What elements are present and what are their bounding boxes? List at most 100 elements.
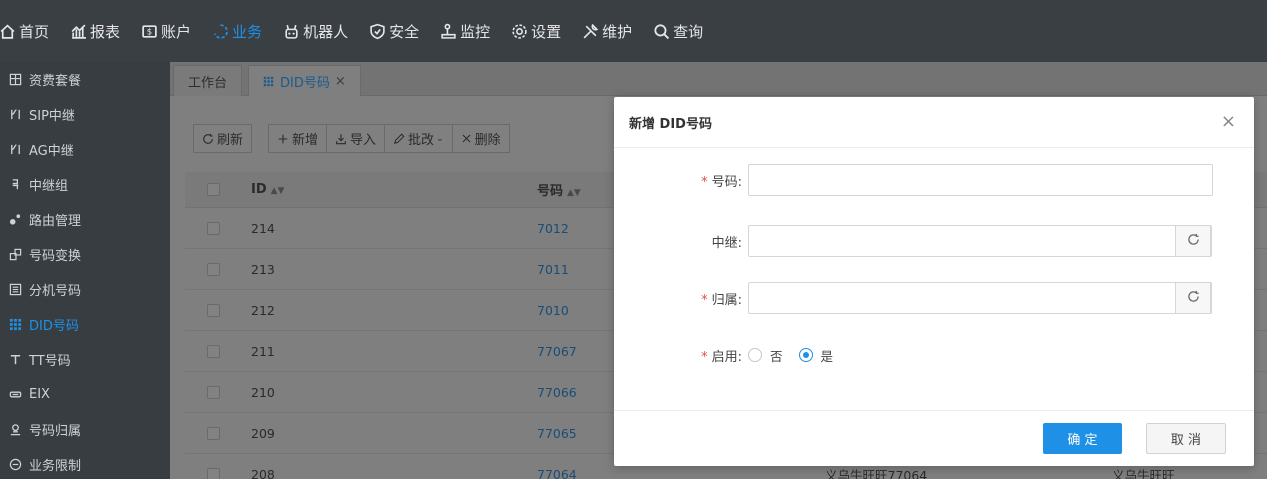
import-button[interactable]: 导入 (326, 124, 386, 153)
tab-workbench-label: 工作台 (188, 75, 228, 91)
cell-number[interactable]: 77066 (537, 385, 577, 400)
search-icon (652, 22, 670, 40)
nav-security[interactable]: 安全 (368, 0, 429, 62)
cancel-button[interactable]: 取 消 (1146, 423, 1226, 454)
field-label: * 启用: (701, 349, 742, 365)
radio-no[interactable] (748, 348, 762, 362)
column-header-id[interactable]: ID ▲▼ (251, 182, 284, 197)
nav-home-label: 首页 (19, 22, 50, 41)
column-header-number[interactable]: 号码 ▲▼ (537, 180, 581, 199)
sidebar-item-sip-trunk[interactable]: SIP中继 (0, 97, 170, 132)
sidebar-item-route[interactable]: 路由管理 (0, 202, 170, 237)
sidebar-item-label: AG中继 (29, 144, 74, 159)
row-checkbox[interactable] (207, 303, 220, 317)
radio-yes[interactable] (798, 348, 813, 362)
nav-monitor[interactable]: 监控 (439, 0, 500, 62)
sidebar-item-number-attribution[interactable]: 号码归属 (0, 412, 170, 447)
nav-business[interactable]: 业务 (211, 0, 272, 62)
cell-attribution: 义乌牛旺旺 (1112, 467, 1175, 479)
field-label: * 号码: (701, 174, 742, 190)
cell-id: 214 (251, 220, 275, 236)
chart-icon (69, 22, 87, 40)
add-label: 新增 (292, 133, 319, 148)
row-checkbox[interactable] (207, 262, 220, 276)
sidebar-item-tt[interactable]: TT号码 (0, 342, 170, 377)
row-checkbox[interactable] (207, 221, 220, 235)
radio-no-label[interactable]: 否 (770, 346, 783, 365)
cell-number[interactable]: 77067 (537, 344, 577, 359)
sidebar-item-extension[interactable]: 分机号码 (0, 272, 170, 307)
sidebar-item-did[interactable]: DID号码 (0, 307, 170, 342)
sidebar-item-eix[interactable]: EIX (0, 377, 170, 412)
field-enabled: * 启用: 否 是 (614, 339, 1254, 371)
sidebar-item-number-transform[interactable]: 号码变换 (0, 237, 170, 272)
nav-settings-label: 设置 (531, 22, 562, 41)
sidebar-item-ag-trunk[interactable]: AG中继 (0, 132, 170, 167)
delete-button[interactable]: 删除 (451, 124, 510, 153)
sidebar-item-label: 资费套餐 (29, 74, 82, 89)
sort-icon[interactable]: ▲▼ (567, 188, 581, 198)
nav-robot-label: 机器人 (303, 22, 349, 41)
cell-id: 208 (251, 466, 275, 479)
attribution-input[interactable] (748, 282, 1212, 314)
confirm-button[interactable]: 确 定 (1043, 423, 1122, 454)
refresh-button[interactable]: 刷新 (193, 124, 253, 153)
refresh-icon (202, 133, 214, 145)
field-label: * 归属: (701, 292, 742, 308)
group-icon (8, 178, 22, 192)
sidebar-item-label: 中继组 (29, 179, 69, 194)
refresh-icon (1187, 290, 1200, 307)
attribution-refresh-button[interactable] (1175, 282, 1211, 314)
enabled-radio-group: 否 是 (748, 346, 849, 365)
cell-number[interactable]: 77065 (537, 426, 577, 441)
toolbar: 刷新 新增 导入 批改 ⌄ 删除 (193, 124, 510, 153)
tab-did[interactable]: DID号码 × (248, 65, 361, 96)
field-label: 中继: (711, 235, 742, 251)
nav-settings[interactable]: 设置 (510, 0, 571, 62)
cell-number[interactable]: 7010 (537, 303, 569, 318)
radio-yes-label[interactable]: 是 (821, 346, 834, 365)
sidebar-item-business-limit[interactable]: 业务限制 (0, 447, 170, 479)
cell-number[interactable]: 7011 (537, 262, 569, 277)
trunk-input[interactable] (748, 225, 1212, 257)
t-icon (8, 353, 22, 367)
nav-home[interactable]: 首页 (0, 0, 59, 62)
svg-text:$: $ (146, 27, 151, 37)
select-all-checkbox[interactable] (207, 183, 220, 196)
route-icon (8, 213, 22, 227)
number-input[interactable] (748, 164, 1213, 196)
tab-workbench[interactable]: 工作台 (173, 65, 243, 96)
row-checkbox[interactable] (207, 344, 220, 358)
close-icon[interactable]: × (335, 74, 346, 89)
sidebar-item-label: 号码归属 (29, 424, 82, 439)
batch-edit-button[interactable]: 批改 ⌄ (384, 124, 453, 153)
cell-id: 212 (251, 302, 275, 318)
cell-id: 211 (251, 343, 275, 359)
nav-maintenance[interactable]: 维护 (581, 0, 642, 62)
row-checkbox[interactable] (207, 467, 220, 479)
gear-icon (510, 22, 528, 40)
sidebar-item-label: EIX (29, 387, 50, 402)
sidebar-item-trunk-group[interactable]: 中继组 (0, 167, 170, 202)
sort-icon[interactable]: ▲▼ (271, 186, 285, 196)
trunk-refresh-button[interactable] (1175, 225, 1211, 257)
tools-icon (581, 22, 599, 40)
nav-reports[interactable]: 报表 (69, 0, 130, 62)
joystick-icon (439, 22, 457, 40)
add-button[interactable]: 新增 (268, 124, 328, 153)
nav-robot[interactable]: 机器人 (282, 0, 358, 62)
sidebar-item-tariff[interactable]: 资费套餐 (0, 62, 170, 97)
nav-security-label: 安全 (389, 22, 420, 41)
nav-account[interactable]: $ 账户 (140, 0, 201, 62)
tab-bar: 工作台 DID号码 × (170, 62, 1267, 96)
batch-edit-label: 批改 (408, 133, 435, 148)
cell-number[interactable]: 77064 (537, 467, 577, 479)
row-checkbox[interactable] (207, 385, 220, 399)
row-checkbox[interactable] (207, 426, 220, 440)
nav-monitor-label: 监控 (460, 22, 491, 41)
cell-name: 义乌牛旺旺77064 (825, 467, 928, 479)
nav-query[interactable]: 查询 (652, 0, 713, 62)
close-icon[interactable]: × (1221, 111, 1236, 132)
cell-number[interactable]: 7012 (537, 221, 569, 236)
field-trunk: 中继: (614, 225, 1254, 257)
